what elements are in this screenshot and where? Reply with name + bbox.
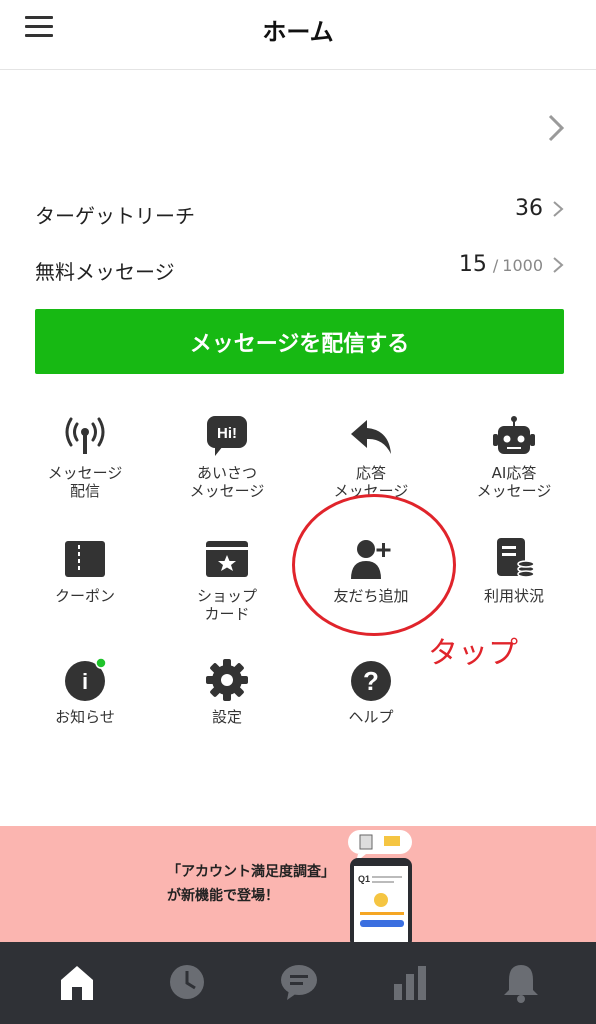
menu-item-label: AI応答 メッセージ (476, 464, 552, 500)
page-title: ホーム (262, 18, 334, 46)
menu-item-label: 応答 メッセージ (333, 464, 409, 500)
menu-item-message-broadcast[interactable]: メッセージ 配信 (20, 414, 150, 524)
menu-item-coupon[interactable]: クーポン (20, 537, 150, 647)
phone-q1-label: Q1 (358, 874, 370, 884)
coupon-icon (65, 541, 105, 577)
menu-item-label: 設定 (211, 708, 242, 726)
chevron-right-icon (553, 200, 564, 217)
menu-item-settings[interactable]: 設定 (162, 658, 292, 768)
menu-item-news[interactable]: i お知らせ (20, 658, 150, 768)
info-icon-text: i (82, 669, 88, 694)
hi-speech-bubble-icon: Hi! (207, 416, 247, 456)
add-friend-icon (351, 540, 391, 579)
send-message-button[interactable]: メッセージを配信する (35, 309, 564, 374)
shop-card-icon (206, 541, 248, 577)
bell-icon[interactable] (499, 960, 543, 1004)
free-messages-label: 無料メッセージ (35, 260, 175, 284)
menu-item-auto-reply[interactable]: 応答 メッセージ (306, 414, 436, 524)
tap-annotation: タップ (428, 636, 518, 671)
menu-item-label: 利用状況 (483, 587, 544, 605)
menu-item-label: お知らせ (55, 708, 115, 726)
menu-item-label: ヘルプ (348, 708, 394, 726)
broadcast-antenna-icon (65, 417, 105, 454)
menu-item-greeting-message[interactable]: Hi! あいさつ メッセージ (162, 414, 292, 524)
home-icon[interactable] (55, 960, 99, 1004)
menu-item-label: ショップ カード (196, 587, 257, 623)
reply-arrow-icon (351, 420, 391, 454)
target-reach-row[interactable]: ターゲットリーチ 36 (35, 194, 565, 234)
bottom-tab-bar (0, 942, 596, 1024)
free-messages-separator: / (492, 256, 499, 275)
chevron-right-icon[interactable] (540, 108, 570, 148)
hi-icon-text: Hi! (217, 425, 237, 442)
menu-item-label: 友だち追加 (333, 587, 409, 605)
phone-illustration: Q1 (348, 830, 412, 942)
chevron-right-icon (553, 256, 564, 273)
menu-item-label: クーポン (54, 587, 115, 605)
target-reach-value: 36 (515, 196, 543, 221)
banner-line-1: 「アカウント満足度調査」 (167, 864, 335, 880)
usage-document-icon (497, 538, 535, 578)
gear-icon (206, 659, 248, 701)
info-icon: i (65, 658, 107, 701)
banner-text: 「アカウント満足度調査」 が新機能で登場！ (167, 860, 335, 908)
banner-line-2: が新機能で登場！ (167, 888, 279, 904)
menu-item-help[interactable]: ? ヘルプ (306, 658, 436, 768)
menu-item-ai-reply[interactable]: AI応答 メッセージ (449, 414, 579, 524)
menu-item-label: メッセージ 配信 (47, 464, 123, 500)
clock-icon[interactable] (165, 960, 209, 1004)
bar-chart-icon[interactable] (388, 960, 432, 1004)
survey-banner[interactable]: 「アカウント満足度調査」 が新機能で登場！ Q1 (0, 826, 596, 942)
chat-icon[interactable] (277, 960, 321, 1004)
menu-item-label: あいさつ メッセージ (189, 464, 265, 500)
menu-item-add-friend[interactable]: 友だち追加 (306, 537, 436, 647)
free-messages-row[interactable]: 無料メッセージ 15 / 1000 (35, 250, 565, 290)
free-messages-value: 15 (458, 252, 487, 277)
help-icon: ? (351, 661, 391, 701)
robot-icon (493, 416, 535, 454)
free-messages-max: 1000 (502, 256, 543, 275)
help-icon-text: ? (363, 666, 379, 696)
target-reach-label: ターゲットリーチ (35, 204, 195, 228)
menu-item-shop-card[interactable]: ショップ カード (162, 537, 292, 647)
app-header: ホーム (0, 0, 596, 70)
